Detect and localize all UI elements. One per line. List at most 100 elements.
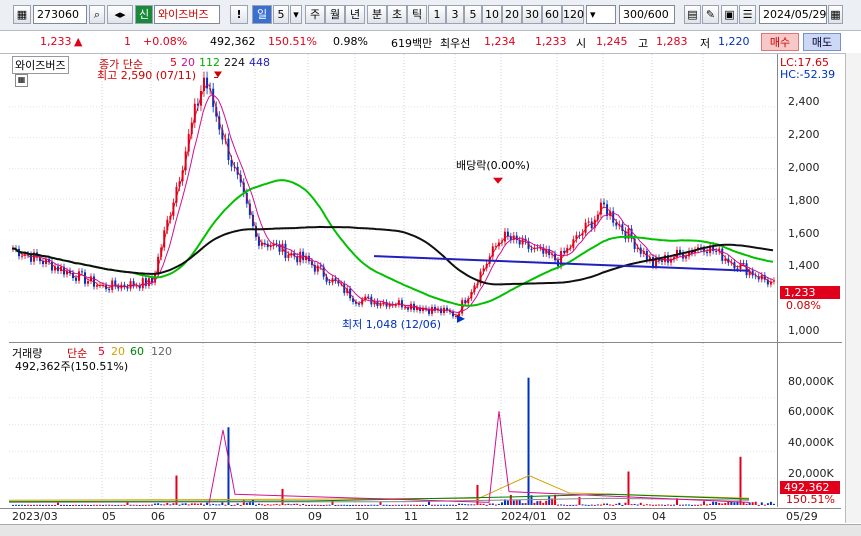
volume-bar xyxy=(397,504,400,506)
range-dropdown[interactable]: ▾ xyxy=(586,5,616,24)
volume-bar xyxy=(135,504,138,506)
volume-bar xyxy=(645,504,648,506)
num-button[interactable]: 20 xyxy=(502,5,522,24)
price-panel[interactable]: 와이즈버즈 종가 단순 5 20 112 224 448 ▦ 최고 2,590 … xyxy=(9,54,777,343)
volume-bar xyxy=(93,504,95,506)
volume-bar xyxy=(36,504,38,506)
vol-ratio: 150.51% xyxy=(268,35,317,48)
week-button[interactable]: 주 xyxy=(305,5,325,24)
x-tick: 03 xyxy=(603,510,617,523)
volume-bar xyxy=(290,504,293,506)
price-chart[interactable] xyxy=(9,54,777,342)
volume-bar xyxy=(624,502,627,505)
volume-bar xyxy=(60,504,62,506)
volume-bar xyxy=(606,503,609,505)
num-button[interactable]: 120 xyxy=(562,5,584,24)
sell-button[interactable]: 매도 xyxy=(803,33,841,51)
x-tick: 05 xyxy=(102,510,116,523)
volume-bar xyxy=(96,504,98,506)
volume-bar xyxy=(497,503,500,505)
period-num[interactable]: 5 xyxy=(273,5,289,24)
volume-panel[interactable]: 거래량 단순 5 20 60 120 492,362주(150.51%) xyxy=(9,343,777,507)
volume-bar xyxy=(766,503,769,505)
open: 1,245 xyxy=(596,35,628,48)
volume-bar xyxy=(452,504,454,506)
settings-icon[interactable]: ☰ xyxy=(739,5,756,24)
volume-bar xyxy=(455,504,457,506)
count-input[interactable]: 300/600 xyxy=(619,5,675,24)
candle xyxy=(75,277,77,281)
num-button[interactable]: 5 xyxy=(464,5,482,24)
volume-bar xyxy=(763,504,766,506)
date-input[interactable]: 2024/05/29 xyxy=(759,5,827,24)
volume-bar xyxy=(90,504,92,506)
volume-bar xyxy=(712,501,715,505)
chart-icon[interactable]: ▦ xyxy=(13,5,31,24)
stock-name[interactable]: 와이즈버즈 xyxy=(154,5,220,24)
tick-button[interactable]: 틱 xyxy=(407,5,427,24)
period-day-button[interactable]: 일 xyxy=(252,5,272,24)
candle xyxy=(316,265,319,272)
volume-bar xyxy=(361,504,364,506)
volume-bar xyxy=(655,504,657,506)
second-button[interactable]: 초 xyxy=(387,5,407,24)
candle xyxy=(404,307,406,309)
minute-button[interactable]: 분 xyxy=(367,5,387,24)
calendar-icon[interactable]: ▦ xyxy=(828,5,843,24)
volume-bar xyxy=(652,504,654,506)
legend-ma224: 224 xyxy=(224,56,245,69)
volume-bar xyxy=(621,504,624,506)
volume-bar xyxy=(352,504,355,506)
volume-bar xyxy=(382,504,385,506)
draw-icon[interactable]: ✎ xyxy=(702,5,719,24)
num-button[interactable]: 3 xyxy=(446,5,464,24)
num-button[interactable]: 60 xyxy=(542,5,562,24)
volume-bar xyxy=(566,504,569,506)
alert-button[interactable]: ! xyxy=(230,5,248,24)
num-button[interactable]: 10 xyxy=(482,5,502,24)
price-axis: LC:17.65 HC:-52.39 2,400 2,200 2,000 1,8… xyxy=(777,54,842,343)
search-icon[interactable]: ⌕ xyxy=(89,5,105,24)
volume-bar xyxy=(328,504,331,506)
buy-button[interactable]: 매수 xyxy=(761,33,799,51)
price-tick: 2,400 xyxy=(788,95,820,108)
volume-bar xyxy=(554,494,557,505)
x-tick: 05 xyxy=(703,510,717,523)
x-tick: 09 xyxy=(308,510,322,523)
volume-bar xyxy=(215,504,218,506)
volume-bar xyxy=(461,503,464,505)
volume-bar xyxy=(446,504,448,506)
quote-bar: 1,233 ▲ 1 +0.08% 492,362 150.51% 0.98% 6… xyxy=(0,31,861,54)
volume-bar xyxy=(527,377,530,505)
candle xyxy=(715,251,718,253)
volume-bar xyxy=(299,504,302,506)
volume-bar xyxy=(572,504,575,506)
chevron-down-icon[interactable]: ▾ xyxy=(290,5,302,24)
year-button[interactable]: 년 xyxy=(345,5,365,24)
volume-bar xyxy=(388,504,391,506)
volume-bar xyxy=(305,504,308,506)
volume-bar xyxy=(422,504,424,506)
volume-bar xyxy=(757,504,760,506)
table-icon[interactable]: ▦ xyxy=(15,74,28,87)
save-icon[interactable]: ▣ xyxy=(721,5,738,24)
num-button[interactable]: 30 xyxy=(522,5,542,24)
num-button[interactable]: 1 xyxy=(428,5,446,24)
candle xyxy=(455,315,457,317)
grid-icon[interactable]: ▤ xyxy=(684,5,701,24)
scrollbar[interactable] xyxy=(0,524,861,536)
volume-bar xyxy=(144,504,147,506)
code-input[interactable]: 273060 xyxy=(33,5,87,24)
volume-bar xyxy=(30,504,32,506)
volume-bar xyxy=(691,504,693,506)
volume-bar xyxy=(190,503,193,505)
volume-bar xyxy=(281,488,284,505)
volume-bar xyxy=(84,504,86,506)
volume-bar xyxy=(325,504,328,506)
candle xyxy=(503,231,506,242)
volume-bar xyxy=(151,504,153,506)
volume-bar xyxy=(310,504,313,506)
volume-bar xyxy=(123,504,126,506)
prev-next-icon[interactable]: ◂▸ xyxy=(107,5,133,24)
month-button[interactable]: 월 xyxy=(325,5,345,24)
